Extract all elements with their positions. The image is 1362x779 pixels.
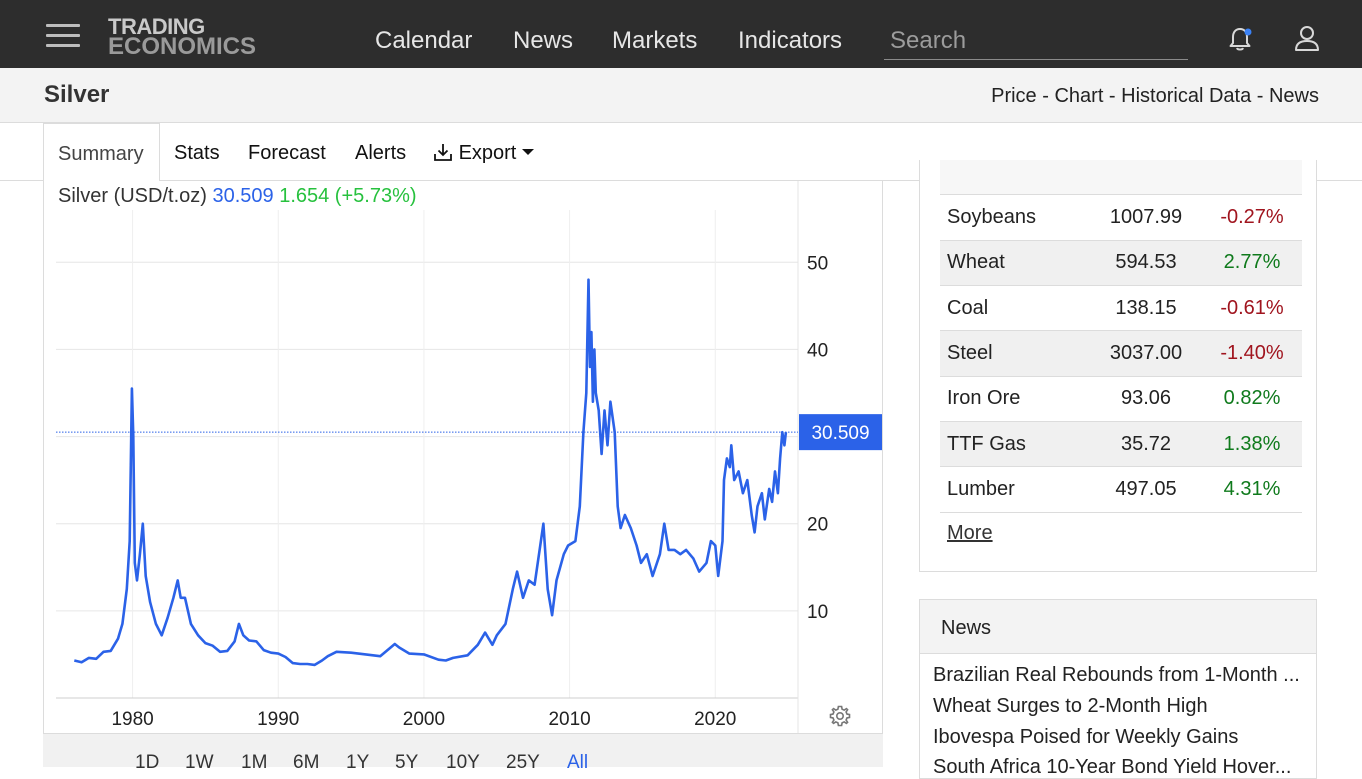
caret-down-icon [521,149,534,155]
tab-stats[interactable]: Stats [174,142,220,165]
news-item[interactable]: South Africa 10-Year Bond Yield Hover... [933,756,1311,779]
table-row[interactable]: Soybeans 1007.99 -0.27% [940,195,1302,241]
commodity-name-wheat[interactable]: Wheat [940,240,1090,285]
more-link[interactable]: More [947,522,993,545]
breadcrumb-separator: - [1103,85,1122,107]
table-row[interactable]: Lumber 497.05 4.31% [940,467,1302,513]
notification-bell-icon[interactable] [1226,25,1254,53]
news-item[interactable]: Ibovespa Poised for Weekly Gains [933,726,1311,749]
tab-alerts[interactable]: Alerts [355,142,406,165]
commodity-change: 1.38% [1223,432,1281,455]
chart-last-price: 30.509 [212,185,274,207]
chart-series-label: Silver (USD/t.oz) [58,185,207,207]
nav-link-news[interactable]: News [513,27,573,55]
range-all[interactable]: All [567,752,588,774]
chart-panel [43,181,883,767]
nav-link-indicators[interactable]: Indicators [738,27,842,55]
commodity-name-iron-ore[interactable]: Iron Ore [940,376,1090,421]
page-title: Silver [44,81,110,108]
hamburger-menu-icon[interactable] [46,24,80,48]
commodity-change: 0.82% [1223,387,1281,410]
user-account-icon[interactable] [1292,23,1322,53]
export-label: Export [458,142,517,164]
breadcrumb-separator: - [1036,85,1055,107]
range-1d[interactable]: 1D [135,752,159,774]
range-1w[interactable]: 1W [185,752,214,774]
news-header: News [920,600,1316,654]
commodity-change: -0.27% [1220,205,1284,228]
range-1m[interactable]: 1M [241,752,267,774]
breadcrumb-chart[interactable]: Chart [1054,85,1103,107]
search-input[interactable] [884,22,1188,60]
commodity-name-lumber[interactable]: Lumber [940,467,1090,512]
tab-export[interactable]: Export [433,142,534,165]
download-icon [434,144,452,161]
range-1y[interactable]: 1Y [346,752,369,774]
table-row[interactable]: Coal 138.15 -0.61% [940,286,1302,331]
tab-summary[interactable]: Summary [43,123,160,182]
commodity-name-ttf-gas[interactable]: TTF Gas [940,421,1090,466]
breadcrumb-historical-data[interactable]: Historical Data [1121,85,1251,107]
news-heading: News [941,617,992,639]
breadcrumb-price[interactable]: Price [991,85,1037,107]
commodities-table: Soybeans 1007.99 -0.27% Wheat 594.53 2.77% Coa… [940,195,1302,513]
breadcrumb-separator: - [1251,85,1269,107]
commodity-change: -0.61% [1220,296,1284,319]
news-panel: News [919,599,1317,779]
range-5y[interactable]: 5Y [395,752,418,774]
chart-settings-gear-icon[interactable] [828,704,852,728]
news-item[interactable]: Brazilian Real Rebounds from 1-Month ... [933,664,1311,687]
chart-price-change: 1.654 (+5.73%) [279,185,417,207]
commodities-table-header [940,160,1302,195]
nav-link-calendar[interactable]: Calendar [375,27,472,55]
tab-forecast[interactable]: Forecast [248,142,326,165]
table-row[interactable]: TTF Gas 35.72 1.38% [940,421,1302,467]
nav-link-markets[interactable]: Markets [612,27,697,55]
table-row[interactable]: Iron Ore 93.06 0.82% [940,376,1302,422]
commodity-value: 3037.00 [1109,342,1183,365]
commodity-name-coal[interactable]: Coal [940,286,1090,331]
range-25y[interactable]: 25Y [506,752,540,774]
commodity-value: 1007.99 [1109,205,1183,228]
commodity-name-soybeans[interactable]: Soybeans [940,195,1090,240]
commodity-value: 35.72 [1120,432,1172,455]
commodity-change: 2.77% [1223,251,1281,274]
logo-line-2: ECONOMICS [108,33,257,60]
range-6m[interactable]: 6M [293,752,319,774]
chart-legend: Silver (USD/t.oz) 30.509 1.654 (+5.73%) [58,185,417,208]
table-row[interactable]: Wheat 594.53 2.77% [940,240,1302,286]
commodity-value: 497.05 [1115,477,1177,500]
news-item[interactable]: Wheat Surges to 2-Month High [933,695,1311,718]
site-logo[interactable]: TRADING ECONOMICS [108,16,257,60]
commodity-value: 594.53 [1115,251,1177,274]
breadcrumb-news[interactable]: News [1269,85,1319,107]
commodity-change: 4.31% [1223,477,1281,500]
range-10y[interactable]: 10Y [446,752,480,774]
top-navbar: TRADING ECONOMICS Calendar News Markets … [0,0,1362,68]
commodity-value: 138.15 [1115,296,1177,319]
commodity-value: 93.06 [1120,387,1172,410]
commodity-change: -1.40% [1220,342,1284,365]
page-header: Silver Price - Chart - Historical Data -… [0,68,1362,123]
commodity-name-steel[interactable]: Steel [940,331,1090,376]
table-row[interactable]: Steel 3037.00 -1.40% [940,330,1302,377]
breadcrumb: Price - Chart - Historical Data - News [991,85,1319,108]
